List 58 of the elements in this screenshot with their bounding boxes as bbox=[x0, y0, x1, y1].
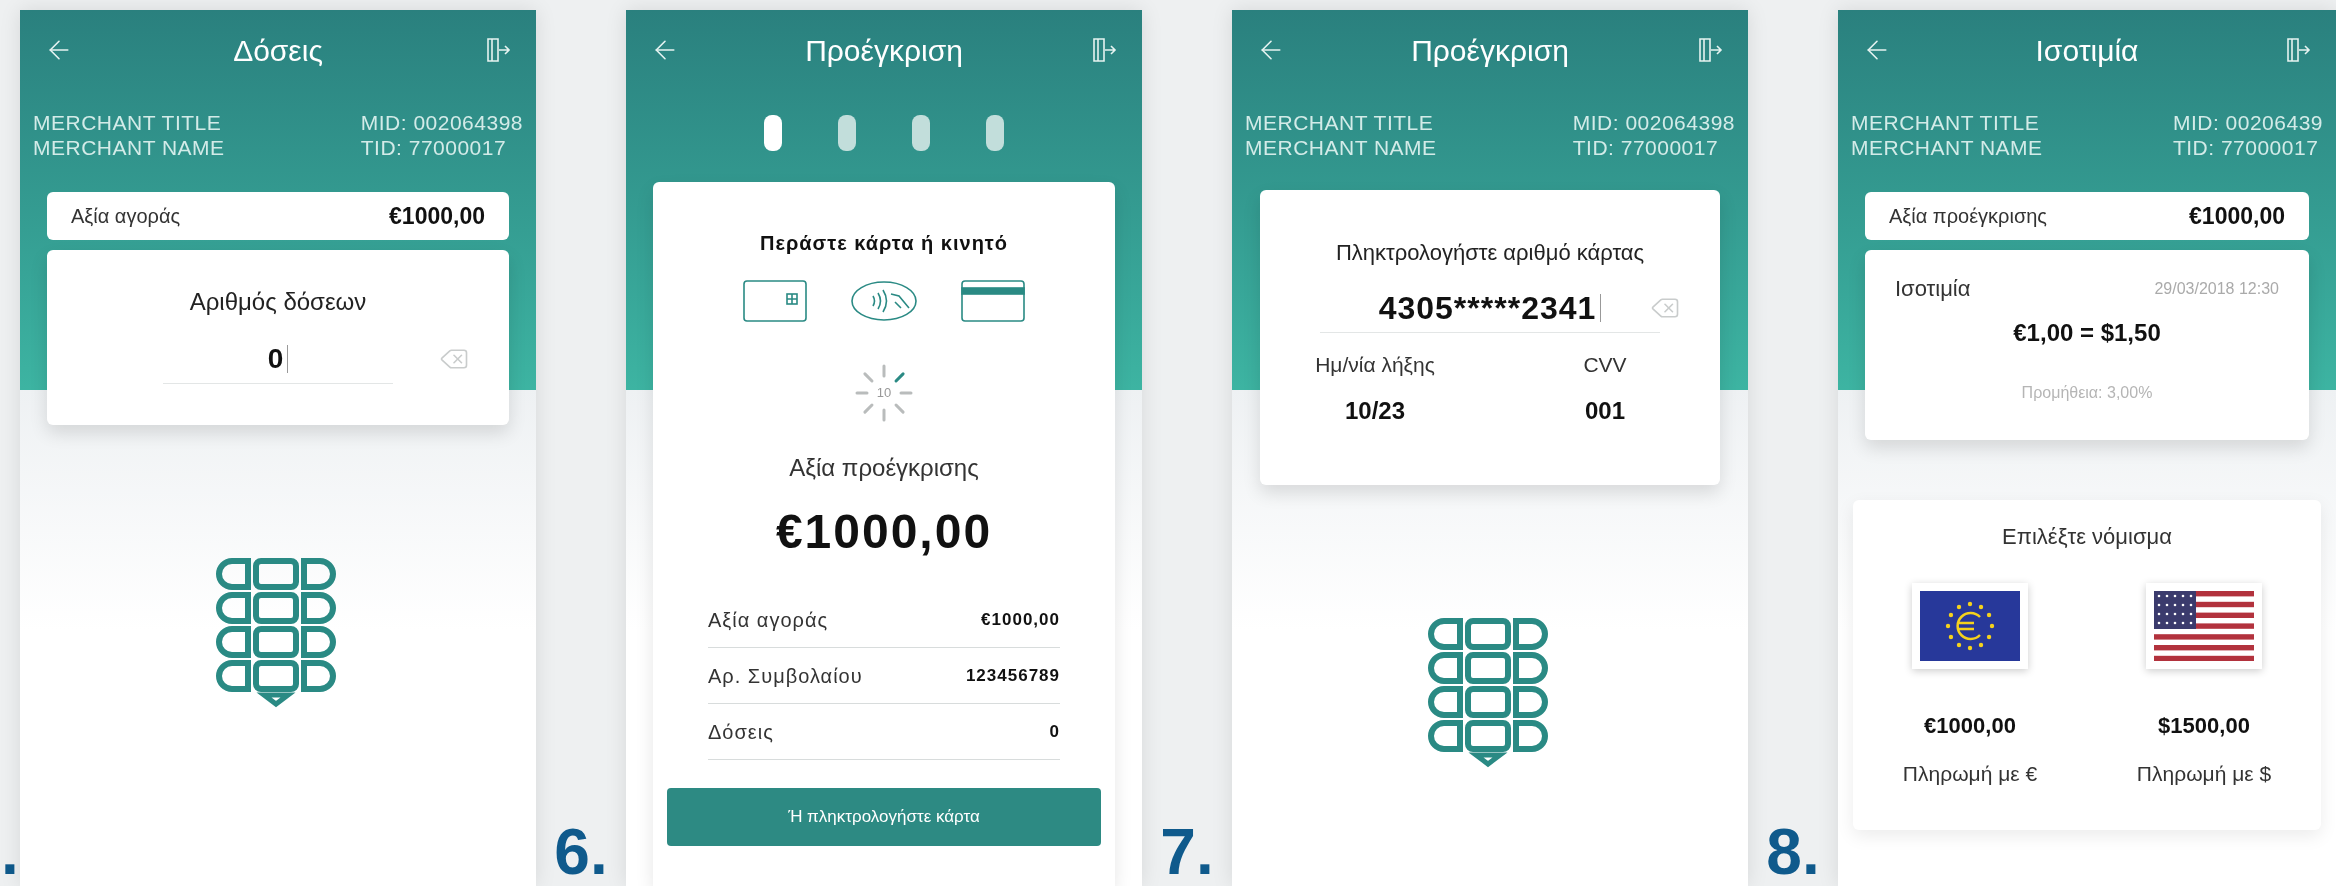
enter-card-button[interactable]: Ή πληκτρολογήστε κάρτα bbox=[667, 788, 1101, 846]
chip-card-icon bbox=[743, 280, 807, 322]
input-field: 4305*****2341 bbox=[1320, 283, 1660, 333]
step-number: 7. bbox=[1160, 820, 1214, 884]
merchant-title: MERCHANT TITLE bbox=[1245, 110, 1435, 135]
detail-label: Δόσεις bbox=[708, 719, 774, 745]
merchant-name: MERCHANT NAME bbox=[1245, 135, 1437, 160]
screen-title: Προέγκριση bbox=[1411, 32, 1569, 69]
terminal-id: TID: 77000017 bbox=[1572, 135, 1720, 160]
merchant-title: MERCHANT TITLE bbox=[33, 110, 223, 135]
detail-value: 0 bbox=[1049, 720, 1060, 743]
rate-label: Ισοτιμία bbox=[1895, 275, 1971, 303]
merchant-id: MID: 00206439 bbox=[2172, 110, 2323, 135]
merchant-id: MID: 002064398 bbox=[1572, 110, 1735, 135]
currency-amount: €1000,00 bbox=[1924, 712, 2016, 740]
amount-value: €1000,00 bbox=[2189, 201, 2285, 231]
rate-value: €1,00 = $1,50 bbox=[2013, 318, 2161, 348]
merchant-id: MID: 002064398 bbox=[360, 110, 523, 135]
flag-icon bbox=[2146, 583, 2262, 669]
detail-value: €1000,00 bbox=[981, 608, 1060, 631]
step-number: 8. bbox=[1766, 820, 1820, 884]
fee-text: Προμήθεια: 3,00% bbox=[2021, 383, 2153, 403]
amount-label: Αξία προέγκρισης bbox=[789, 453, 979, 483]
terminal-id: TID: 77000017 bbox=[360, 135, 508, 160]
pay-with-currency-button[interactable]: Πληρωμή με $ bbox=[2136, 758, 2272, 790]
pay-with-currency-button[interactable]: Πληρωμή με € bbox=[1902, 758, 2038, 790]
field-label: Ημ/νία λήξης bbox=[1315, 352, 1435, 378]
flag-icon bbox=[1912, 583, 2028, 669]
merchant-title: MERCHANT TITLE bbox=[1851, 110, 2041, 135]
countdown-number: 10 bbox=[876, 384, 892, 403]
field-value: 001 bbox=[1584, 395, 1625, 426]
amount-value: €1000,00 bbox=[775, 504, 993, 560]
input-field: 0 bbox=[163, 334, 393, 384]
choose-currency-label: Επιλέξτε νόμισμα bbox=[2002, 523, 2172, 551]
screen-title: Προέγκριση bbox=[805, 32, 963, 69]
prompt-text: Αριθμός δόσεων bbox=[189, 287, 367, 317]
terminal-id: TID: 77000017 bbox=[2172, 135, 2320, 160]
currency-amount: $1500,00 bbox=[2158, 712, 2250, 740]
merchant-name: MERCHANT NAME bbox=[33, 135, 225, 160]
merchant-name: MERCHANT NAME bbox=[1851, 135, 2043, 160]
prompt-text: Περάστε κάρτα ή κινητό bbox=[759, 231, 1008, 256]
detail-value: 123456789 bbox=[965, 664, 1060, 687]
field-value: 10/23 bbox=[1344, 395, 1406, 426]
screen-title: Δόσεις bbox=[233, 32, 323, 69]
detail-label: Αξία αγοράς bbox=[708, 607, 829, 633]
field-label: CVV bbox=[1583, 352, 1627, 378]
detail-label: Αρ. Συμβολαίου bbox=[708, 663, 863, 689]
amount-value: €1000,00 bbox=[389, 201, 485, 231]
prompt-text: Πληκτρολογήστε αριθμό κάρτας bbox=[1335, 239, 1645, 267]
step-number: . bbox=[1, 820, 19, 884]
amount-label: Αξία προέγκρισης bbox=[1889, 204, 2047, 229]
screen-title: Ισοτιμία bbox=[2035, 32, 2139, 69]
step-number: 6. bbox=[554, 820, 608, 884]
contactless-payment-icon bbox=[851, 280, 917, 322]
rate-date: 29/03/2018 12:30 bbox=[2154, 278, 2279, 299]
amount-label: Αξία αγοράς bbox=[71, 204, 181, 229]
spinner-icon bbox=[853, 362, 915, 424]
magstripe-card-icon bbox=[961, 280, 1025, 322]
